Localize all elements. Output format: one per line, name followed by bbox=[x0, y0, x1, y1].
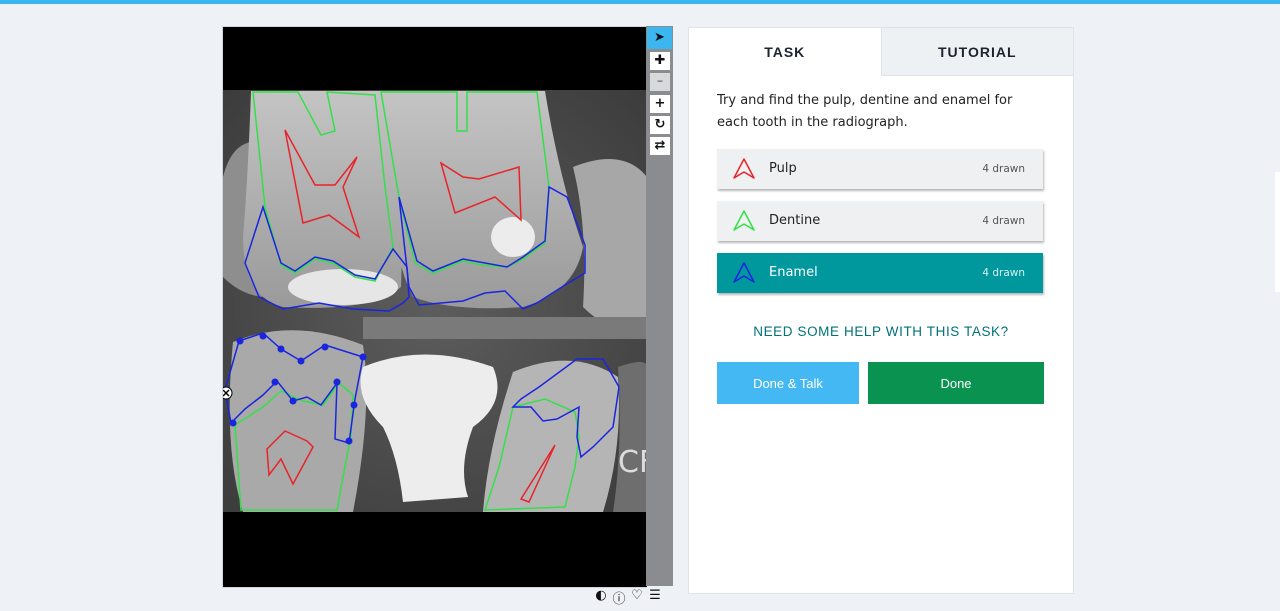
reset-icon[interactable]: ⇄ bbox=[650, 137, 670, 155]
tool-dentine-button[interactable]: Dentine 4 drawn bbox=[717, 201, 1043, 241]
help-link[interactable]: NEED SOME HELP WITH THIS TASK? bbox=[689, 324, 1073, 339]
invert-icon[interactable]: ◐ bbox=[594, 588, 608, 607]
viewer-footer-icons: ◐ ⓘ ♡ ☰ bbox=[594, 588, 662, 607]
info-icon[interactable]: ⓘ bbox=[612, 588, 626, 607]
pointer-icon[interactable]: ➤ bbox=[647, 27, 672, 49]
tool-pulp-count: 4 drawn bbox=[982, 163, 1025, 175]
delete-vertex-icon[interactable] bbox=[223, 386, 233, 400]
move-icon[interactable]: ✚ bbox=[650, 52, 670, 70]
tool-dentine-label: Dentine bbox=[769, 213, 821, 228]
side-feedback-tab[interactable] bbox=[1275, 172, 1280, 292]
tool-enamel-button[interactable]: Enamel 4 drawn bbox=[717, 253, 1043, 293]
radiograph-canvas[interactable]: CF bbox=[223, 27, 647, 587]
tool-enamel-count: 4 drawn bbox=[982, 267, 1025, 279]
pulp-triangle-icon bbox=[733, 158, 755, 179]
tool-dentine-count: 4 drawn bbox=[982, 215, 1025, 227]
rotate-icon[interactable]: ↻ bbox=[650, 116, 670, 134]
tool-pulp-label: Pulp bbox=[769, 161, 797, 176]
top-accent-bar bbox=[0, 0, 1280, 4]
task-panel: TASK TUTORIAL Try and find the pulp, den… bbox=[688, 27, 1074, 594]
done-and-talk-button[interactable]: Done & Talk bbox=[717, 362, 859, 404]
dentine-triangle-icon bbox=[733, 210, 755, 231]
tool-enamel-label: Enamel bbox=[769, 265, 818, 280]
task-tabs: TASK TUTORIAL bbox=[689, 28, 1073, 76]
viewer-toolbar: ➤ ✚ – + ↻ ⇄ bbox=[646, 26, 673, 586]
favorite-icon[interactable]: ♡ bbox=[630, 588, 644, 607]
tool-pulp-button[interactable]: Pulp 4 drawn bbox=[717, 149, 1043, 189]
enamel-triangle-icon bbox=[733, 262, 755, 283]
tab-task[interactable]: TASK bbox=[689, 28, 881, 76]
collections-icon[interactable]: ☰ bbox=[648, 588, 662, 607]
done-button[interactable]: Done bbox=[868, 362, 1044, 404]
task-instructions: Try and find the pulp, dentine and ename… bbox=[717, 93, 1013, 130]
zoom-in-icon[interactable]: + bbox=[650, 95, 670, 113]
radiograph-watermark: CF bbox=[618, 445, 647, 480]
image-viewer[interactable]: CF bbox=[222, 26, 647, 588]
tab-tutorial[interactable]: TUTORIAL bbox=[880, 28, 1073, 76]
zoom-out-icon[interactable]: – bbox=[650, 73, 670, 91]
